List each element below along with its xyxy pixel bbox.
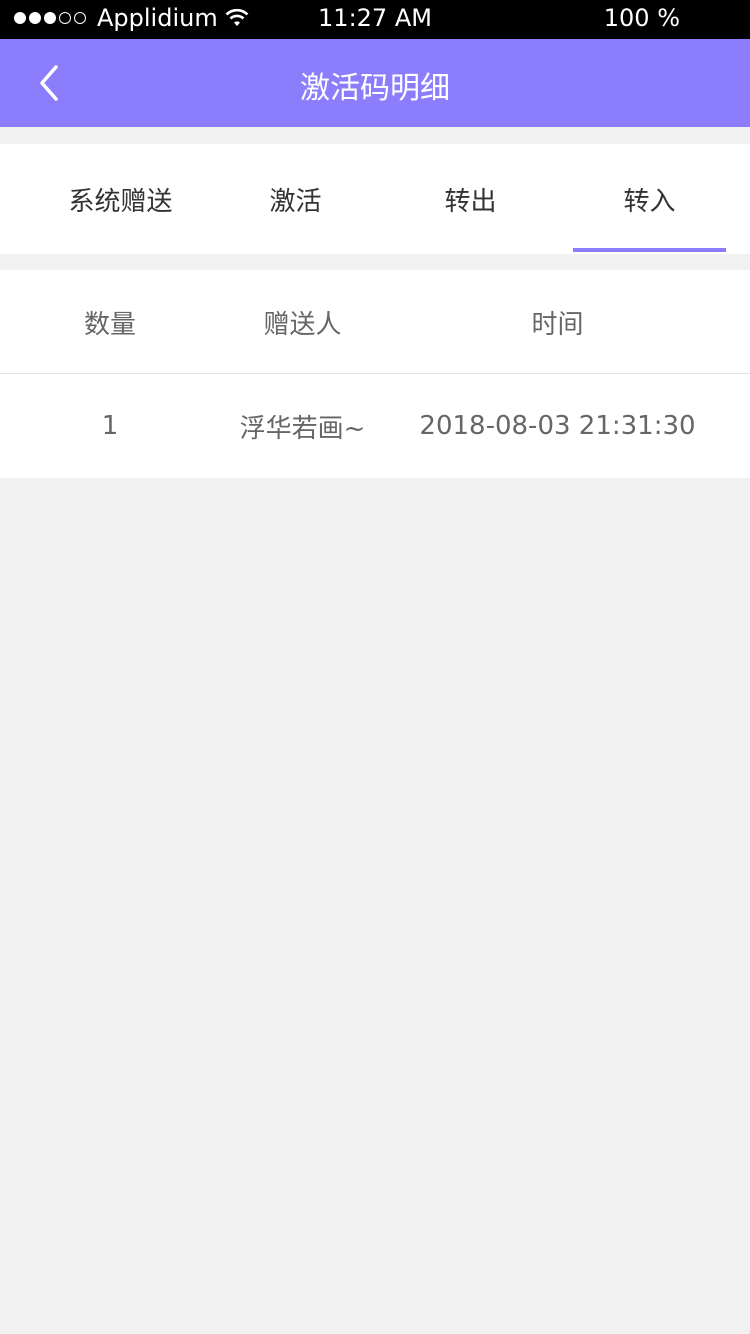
header-quantity: 数量	[83, 309, 136, 340]
tab-transfer-out[interactable]: 转出	[383, 144, 558, 254]
tab-label: 转出	[444, 186, 497, 217]
nav-bar: 激活码明细	[0, 39, 750, 127]
tab-indicator	[573, 248, 726, 252]
tab-label: 转入	[623, 186, 676, 217]
cell-time: 2018-08-03 21:31:30	[419, 411, 696, 441]
cell-sender: 浮华若画~	[239, 413, 366, 444]
tab-activate[interactable]: 激活	[208, 144, 383, 254]
header-time: 时间	[531, 309, 584, 340]
cell-quantity: 1	[101, 411, 119, 441]
header-sender: 赠送人	[263, 309, 342, 340]
tab-system-gift[interactable]: 系统赠送	[33, 144, 208, 254]
page-title: 激活码明细	[300, 71, 450, 106]
tab-bar: 系统赠送 激活 转出 转入	[0, 144, 750, 254]
status-bar: Applidium 11:27 AM 100 %	[0, 0, 750, 39]
table-row: 1 浮华若画~ 2018-08-03 21:31:30	[0, 374, 750, 478]
tab-label: 系统赠送	[68, 186, 173, 217]
tab-transfer-in[interactable]: 转入	[562, 144, 737, 254]
records-table: 数量 赠送人 时间 1 浮华若画~ 2018-08-03 21:31:30	[0, 270, 750, 478]
table-header: 数量 赠送人 时间	[0, 270, 750, 374]
battery-level: 100 %	[603, 4, 680, 32]
tab-label: 激活	[269, 186, 322, 217]
